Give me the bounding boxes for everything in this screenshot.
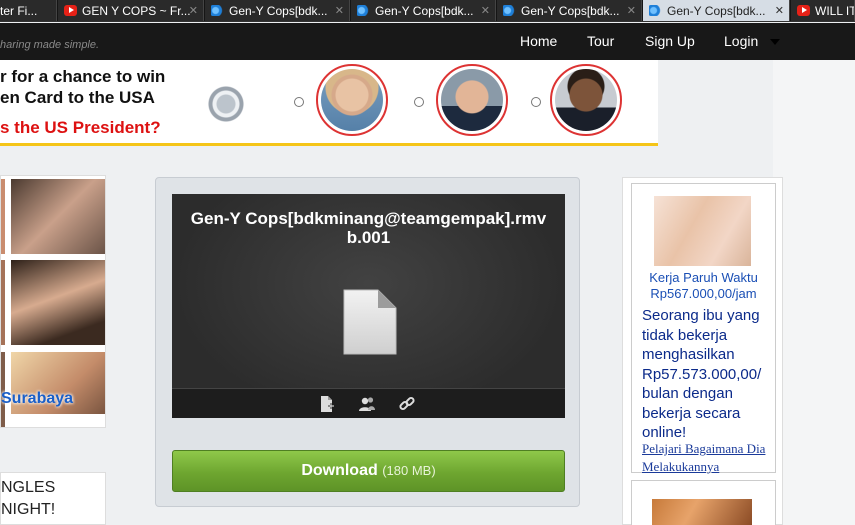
- tab-label: ter Fi...: [0, 4, 38, 18]
- wave-icon: [503, 5, 516, 16]
- portrait-image: [441, 69, 503, 131]
- tab-label: WILL IT: [815, 4, 855, 18]
- dropdown-arrow-icon: [770, 39, 780, 45]
- browser-tab[interactable]: Gen-Y Cops[bdk... ✕: [205, 0, 350, 21]
- wave-icon: [211, 5, 224, 16]
- city-label: Surabaya: [1, 390, 74, 407]
- ad-image[interactable]: [654, 196, 751, 266]
- youtube-icon: [64, 5, 77, 16]
- profile-photo[interactable]: [11, 179, 105, 254]
- nav-login-link[interactable]: Login: [724, 33, 758, 49]
- job-ad[interactable]: Kerja Paruh Waktu Rp567.000,00/jam Seora…: [631, 183, 776, 476]
- ad-body: Seorang ibu yang tidak bekerja menghasil…: [642, 307, 762, 441]
- site-header: haring made simple. Home Tour Sign Up Lo…: [0, 23, 855, 60]
- candidate-photo[interactable]: [436, 64, 508, 136]
- tab-label: Gen-Y Cops[bdk...: [229, 4, 328, 18]
- left-photo-ad[interactable]: Surabaya: [0, 175, 106, 428]
- profile-photo[interactable]: [11, 260, 105, 345]
- seal-icon: [206, 84, 246, 124]
- choice-radio[interactable]: [414, 97, 424, 107]
- file-card: Gen-Y Cops[bdkminang@teamgempak].rmvb.00…: [155, 177, 580, 507]
- youtube-icon: [797, 5, 810, 16]
- promo-line-1: NGLES: [1, 479, 56, 496]
- browser-tab[interactable]: Gen-Y Cops[bdk... ✕: [497, 0, 642, 21]
- file-name: Gen-Y Cops[bdkminang@teamgempak].rmvb.00…: [190, 209, 547, 247]
- browser-tab-active[interactable]: Gen-Y Cops[bdk... ✕: [643, 0, 790, 21]
- banner-question: s the US President?: [0, 118, 161, 137]
- file-preview: Gen-Y Cops[bdkminang@teamgempak].rmvb.00…: [172, 194, 565, 418]
- add-file-icon[interactable]: [318, 395, 336, 413]
- profile-photo: [1, 260, 5, 345]
- close-icon[interactable]: ✕: [189, 0, 198, 21]
- banner-line-1: r for a chance to win: [0, 67, 166, 86]
- second-ad[interactable]: [631, 480, 776, 525]
- choice-radio[interactable]: [294, 97, 304, 107]
- candidate-photo[interactable]: [550, 64, 622, 136]
- document-icon: [343, 289, 397, 355]
- nav-signup-link[interactable]: Sign Up: [645, 33, 695, 49]
- wave-icon: [357, 5, 370, 16]
- file-toolbar: [172, 388, 565, 418]
- tab-label: GEN Y COPS ~ Fr...: [82, 4, 191, 18]
- right-ad-column: Kerja Paruh Waktu Rp567.000,00/jam Seora…: [622, 177, 783, 525]
- candidate-photo[interactable]: [316, 64, 388, 136]
- banner-line-2: en Card to the USA: [0, 88, 155, 107]
- browser-tab[interactable]: Gen-Y Cops[bdk... ✕: [351, 0, 496, 21]
- nav-home-link[interactable]: Home: [520, 33, 557, 49]
- link-icon[interactable]: [398, 395, 416, 413]
- ad-image[interactable]: [652, 499, 752, 525]
- download-button[interactable]: Download (180 MB): [172, 450, 565, 492]
- browser-tab-bar: ter Fi... GEN Y COPS ~ Fr... ✕ Gen-Y Cop…: [0, 0, 855, 22]
- portrait-image: [321, 69, 383, 131]
- singles-ad[interactable]: NGLES NIGHT!: [0, 472, 106, 525]
- ad-link[interactable]: Pelajari Bagaimana Dia Melakukannya: [642, 440, 772, 476]
- tab-label: Gen-Y Cops[bdk...: [521, 4, 620, 18]
- share-users-icon[interactable]: [358, 395, 376, 413]
- file-size: (180 MB): [382, 463, 436, 478]
- browser-tab[interactable]: WILL IT: [791, 0, 855, 21]
- promo-line-2: NIGHT!: [1, 501, 56, 518]
- tab-label: Gen-Y Cops[bdk...: [667, 4, 766, 18]
- close-icon[interactable]: ✕: [627, 0, 636, 21]
- nav-tour-link[interactable]: Tour: [587, 33, 614, 49]
- tab-label: Gen-Y Cops[bdk...: [375, 4, 474, 18]
- ad-title[interactable]: Kerja Paruh Waktu Rp567.000,00/jam: [632, 270, 775, 302]
- download-label: Download: [301, 462, 378, 479]
- wave-icon: [649, 5, 662, 16]
- close-icon[interactable]: ✕: [481, 0, 490, 21]
- browser-tab[interactable]: ter Fi...: [0, 0, 57, 21]
- close-icon[interactable]: ✕: [335, 0, 344, 21]
- site-tagline: haring made simple.: [0, 39, 100, 51]
- page-gutter: [773, 60, 855, 525]
- profile-photo: [1, 179, 5, 254]
- ad-banner[interactable]: r for a chance to win en Card to the USA…: [0, 60, 658, 146]
- close-icon[interactable]: ✕: [775, 0, 784, 21]
- portrait-image: [555, 69, 617, 131]
- browser-tab[interactable]: GEN Y COPS ~ Fr... ✕: [58, 0, 204, 21]
- choice-radio[interactable]: [531, 97, 541, 107]
